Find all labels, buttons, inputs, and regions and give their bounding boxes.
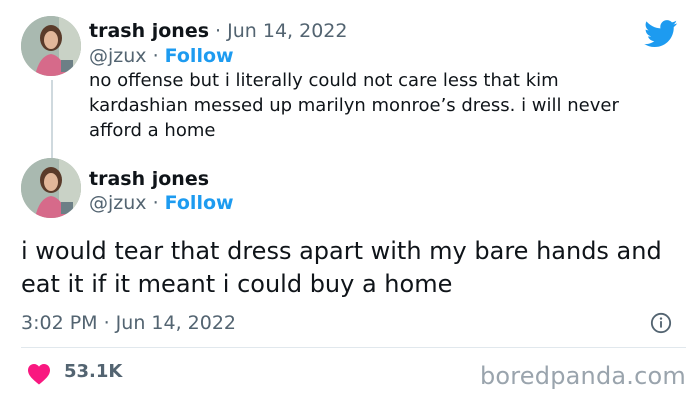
user-handle[interactable]: @jzux — [89, 192, 147, 214]
thread-connector — [51, 80, 53, 158]
twitter-bird-icon[interactable] — [644, 20, 678, 48]
date-separator: · — [209, 20, 228, 42]
like-count: 53.1K — [64, 361, 123, 382]
divider — [21, 347, 686, 348]
tweet-text: i would tear that dress apart with my ba… — [21, 237, 662, 298]
handle-separator: · — [146, 45, 165, 67]
handle-separator: · — [146, 192, 165, 214]
info-icon[interactable] — [650, 312, 672, 334]
tweet-date[interactable]: Jun 14, 2022 — [227, 20, 347, 42]
tweet-timestamp[interactable]: 3:02 PM · Jun 14, 2022 — [21, 312, 236, 334]
avatar[interactable] — [21, 16, 81, 76]
tweet-text: no offense but i literally could not car… — [89, 70, 619, 141]
avatar[interactable] — [21, 158, 81, 218]
handle-line: @jzux · Follow — [89, 192, 234, 214]
follow-button[interactable]: Follow — [165, 45, 234, 67]
handle-line: @jzux · Follow — [89, 45, 234, 67]
display-name[interactable]: trash jones · Jun 14, 2022 — [89, 20, 347, 42]
heart-icon[interactable] — [27, 363, 51, 385]
follow-button[interactable]: Follow — [165, 192, 234, 214]
user-handle[interactable]: @jzux — [89, 45, 147, 67]
display-name[interactable]: trash jones — [89, 168, 209, 190]
display-name-text[interactable]: trash jones — [89, 20, 209, 42]
watermark: boredpanda.com — [479, 362, 686, 390]
